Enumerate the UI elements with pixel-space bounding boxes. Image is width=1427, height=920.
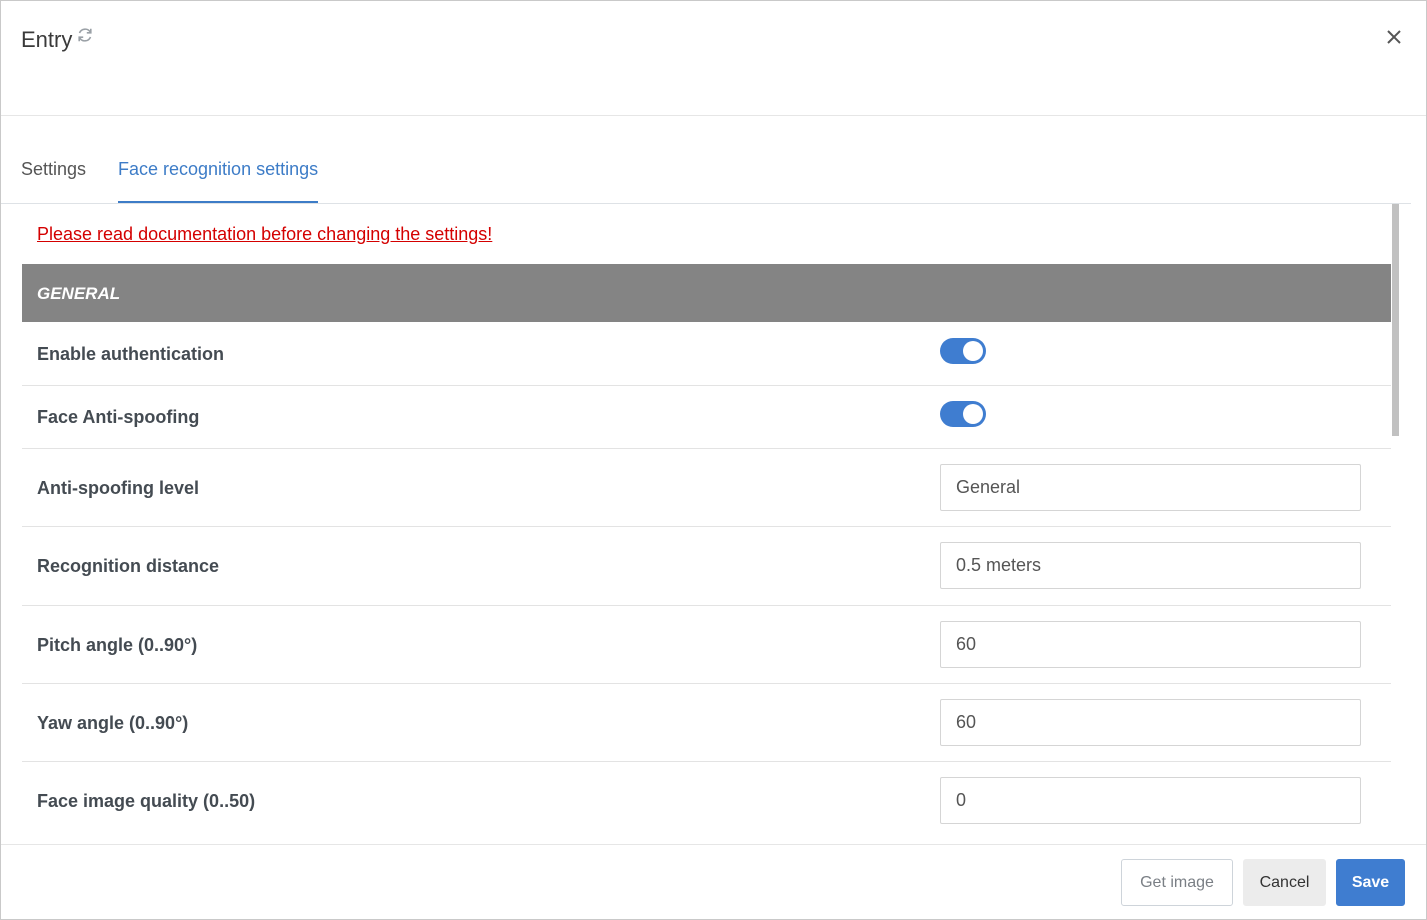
save-button[interactable]: Save <box>1336 859 1405 906</box>
enable-authentication-label: Enable authentication <box>37 344 225 364</box>
anti-spoofing-level-select[interactable]: General <box>940 464 1361 511</box>
enable-authentication-toggle[interactable] <box>940 338 986 364</box>
modal-title: Entry <box>21 27 94 53</box>
pitch-angle-label: Pitch angle (0..90°) <box>37 635 198 655</box>
cancel-button[interactable]: Cancel <box>1243 859 1326 906</box>
entry-modal: Entry Settings Face recognition settings… <box>0 0 1427 920</box>
face-image-quality-input[interactable]: 0 <box>940 777 1361 824</box>
row-face-anti-spoofing: Face Anti-spoofing <box>22 386 1391 449</box>
modal-footer: Get image Cancel Save <box>1 844 1426 920</box>
yaw-angle-label: Yaw angle (0..90°) <box>37 713 189 733</box>
modal-title-text: Entry <box>21 27 73 52</box>
tab-settings[interactable]: Settings <box>21 159 86 202</box>
face-anti-spoofing-toggle[interactable] <box>940 401 986 427</box>
anti-spoofing-level-label: Anti-spoofing level <box>37 478 199 498</box>
row-face-image-quality: Face image quality (0..50) 0 <box>22 762 1391 840</box>
refresh-icon[interactable] <box>76 24 94 42</box>
get-image-button[interactable]: Get image <box>1121 859 1233 906</box>
close-icon[interactable] <box>1384 27 1404 47</box>
section-header-general: GENERAL <box>22 264 1391 322</box>
modal-header: Entry <box>1 1 1426 116</box>
row-recognition-distance: Recognition distance 0.5 meters <box>22 527 1391 606</box>
settings-content: Please read documentation before changin… <box>7 204 1399 844</box>
tab-bar: Settings Face recognition settings <box>1 141 1411 204</box>
section-title: GENERAL <box>37 284 121 303</box>
face-anti-spoofing-label: Face Anti-spoofing <box>37 407 200 427</box>
row-enable-authentication: Enable authentication <box>22 322 1391 386</box>
recognition-distance-label: Recognition distance <box>37 556 220 576</box>
row-yaw-angle: Yaw angle (0..90°) 60 <box>22 684 1391 762</box>
row-anti-spoofing-level: Anti-spoofing level General <box>22 449 1391 527</box>
tab-face-recognition-settings[interactable]: Face recognition settings <box>118 159 319 203</box>
recognition-distance-select[interactable]: 0.5 meters <box>940 542 1361 589</box>
yaw-angle-input[interactable]: 60 <box>940 699 1361 746</box>
face-image-quality-label: Face image quality (0..50) <box>37 791 256 811</box>
row-pitch-angle: Pitch angle (0..90°) 60 <box>22 606 1391 684</box>
documentation-warning-link[interactable]: Please read documentation before changin… <box>37 224 492 245</box>
scrollbar[interactable] <box>1392 204 1399 436</box>
pitch-angle-input[interactable]: 60 <box>940 621 1361 668</box>
